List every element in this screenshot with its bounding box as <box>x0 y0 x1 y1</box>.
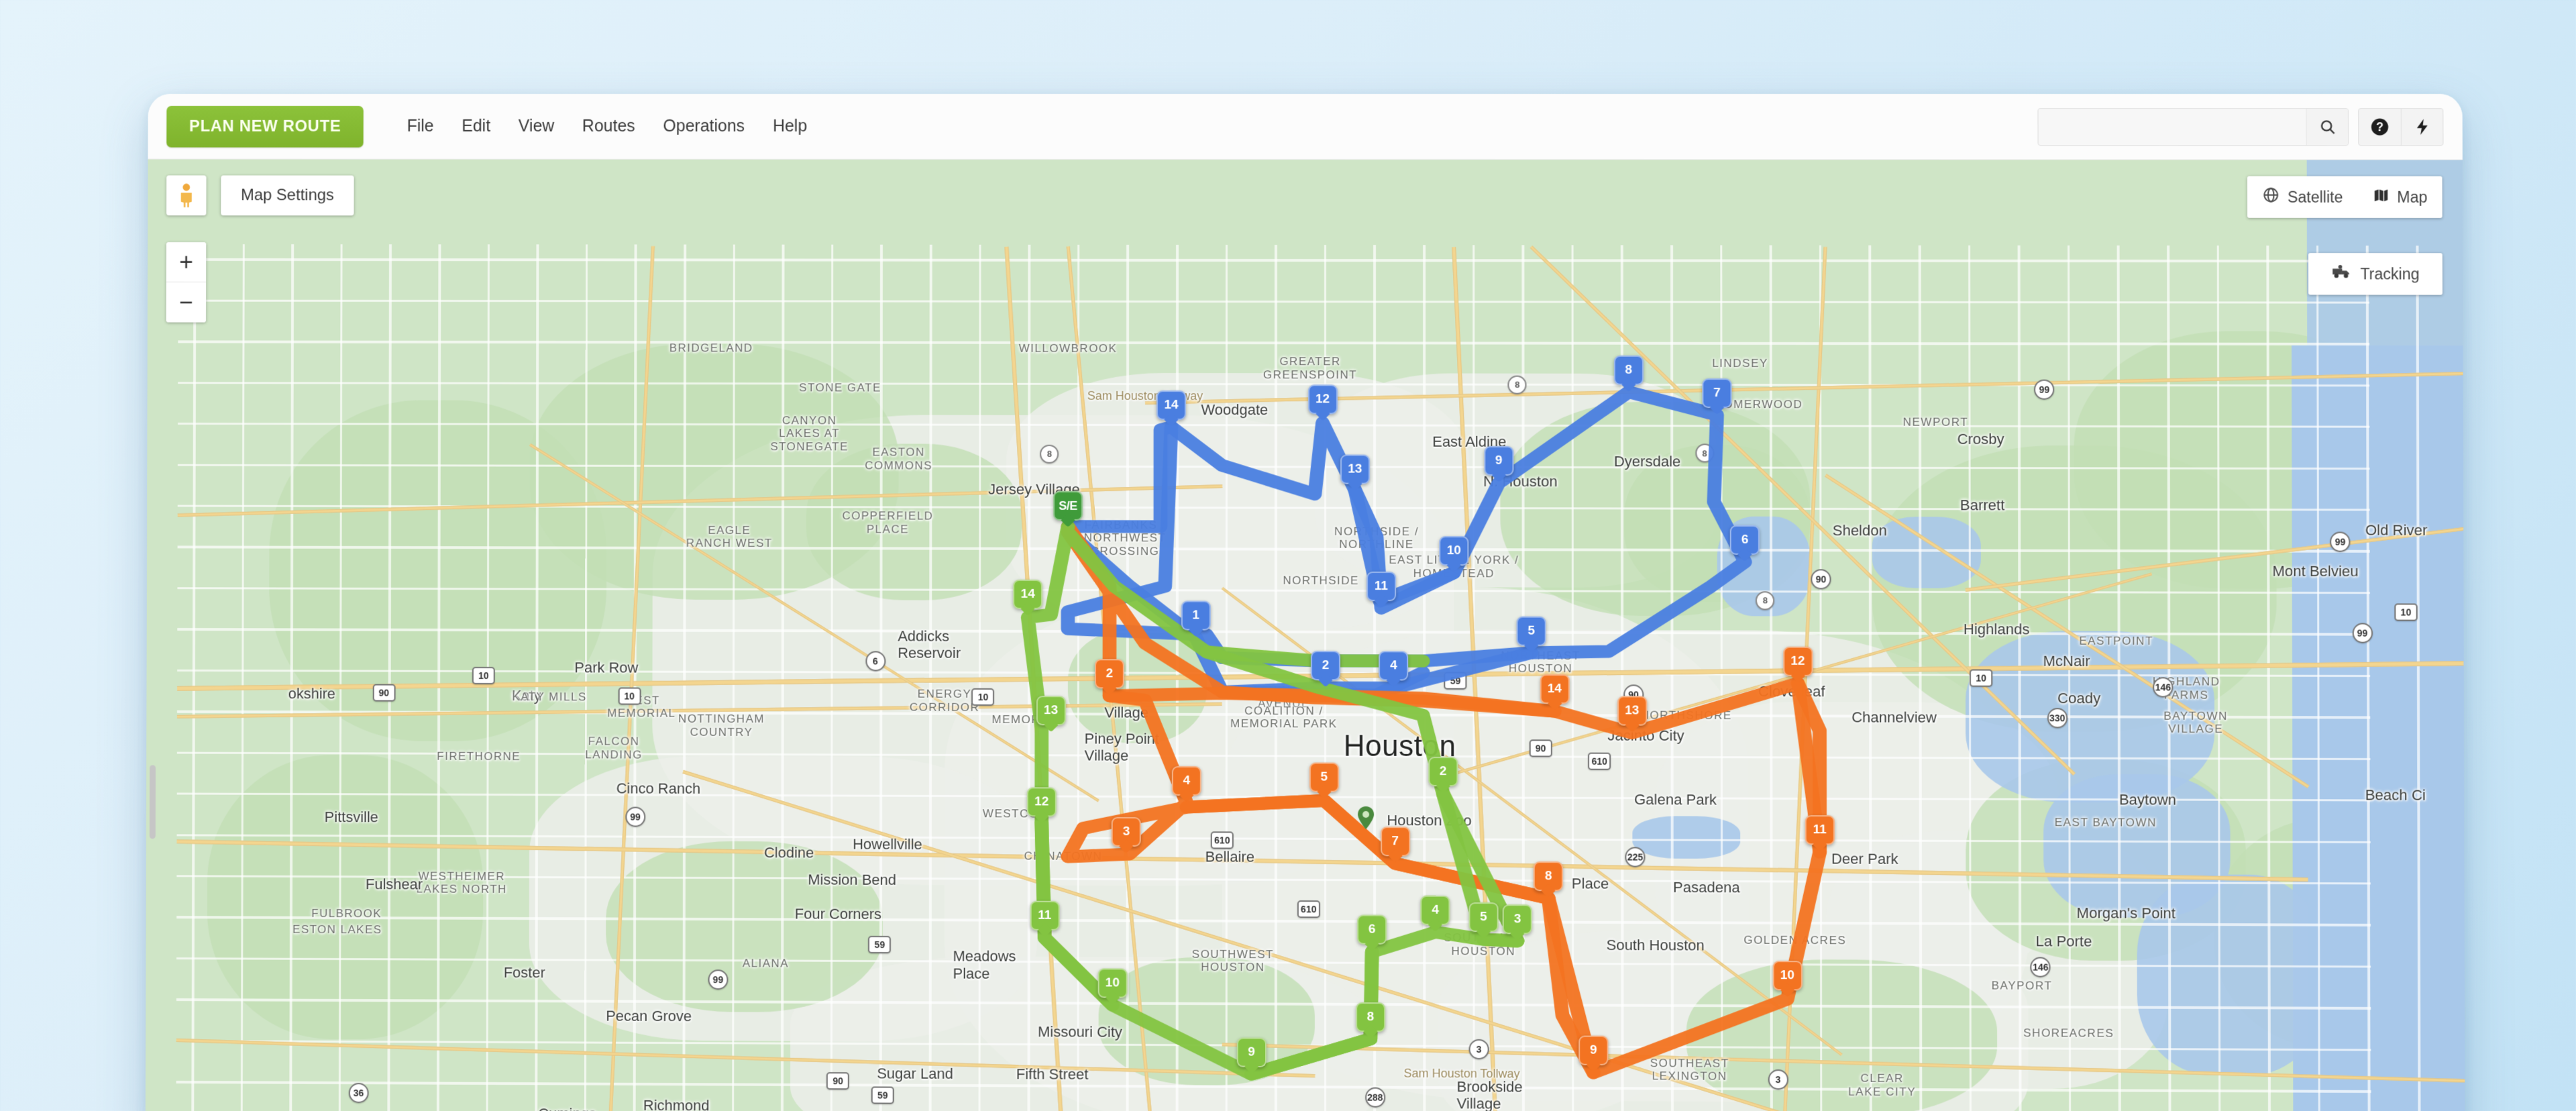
route-stop-marker-green-10[interactable]: 10 <box>1097 968 1128 998</box>
pegman-street-view-icon[interactable] <box>166 175 207 216</box>
route-stop-marker-green-11[interactable]: 11 <box>1030 901 1060 931</box>
route-stop-marker-orange-13[interactable]: 13 <box>1617 696 1647 726</box>
route-stop-marker-blue-6[interactable]: 6 <box>1730 525 1760 555</box>
lightning-bolt-icon[interactable] <box>2400 108 2443 145</box>
route-stop-marker-green-12[interactable]: 12 <box>1026 787 1057 817</box>
route-stop-marker-blue-13[interactable]: 13 <box>1340 454 1370 484</box>
route-stop-marker-blue-1[interactable]: 1 <box>1181 600 1211 631</box>
menu-item-routes[interactable]: Routes <box>570 110 648 143</box>
tracking-label: Tracking <box>2360 264 2420 282</box>
route-stop-marker-blue-4[interactable]: 4 <box>1379 651 1409 681</box>
svg-text:?: ? <box>2376 120 2383 134</box>
menu-item-file[interactable]: File <box>394 110 447 143</box>
satellite-label: Satellite <box>2287 188 2343 206</box>
green-route-path <box>1251 951 1372 1075</box>
search-icon[interactable] <box>2306 108 2349 145</box>
route-stop-marker-orange-3[interactable]: 3 <box>1112 817 1142 847</box>
depot-start-end-marker[interactable]: S/E <box>1053 491 1083 521</box>
route-stop-marker-green-8[interactable]: 8 <box>1355 1002 1385 1033</box>
map-type-control: Satellite Map <box>2247 176 2443 218</box>
map-scrollbar-thumb[interactable] <box>149 765 156 839</box>
route-stop-marker-orange-8[interactable]: 8 <box>1534 861 1564 892</box>
route-stop-marker-green-2[interactable]: 2 <box>1428 757 1458 787</box>
route-stop-marker-green-6[interactable]: 6 <box>1357 914 1387 945</box>
map-view-button[interactable]: Map <box>2358 176 2443 218</box>
toolbar-icon-group: ? <box>2358 107 2444 146</box>
route-stop-marker-orange-10[interactable]: 10 <box>1772 961 1803 991</box>
route-stop-marker-orange-14[interactable]: 14 <box>1540 674 1570 704</box>
map-settings-button[interactable]: Map Settings <box>221 175 354 216</box>
toolbar-right-group: ? <box>2037 107 2444 146</box>
route-stop-marker-green-14[interactable]: 14 <box>1013 579 1043 609</box>
route-stop-marker-green-3[interactable]: 3 <box>1502 904 1533 935</box>
toolbar: PLAN NEW ROUTE File Edit View Routes Ope… <box>148 94 2463 160</box>
satellite-view-button[interactable]: Satellite <box>2247 176 2357 218</box>
route-stop-marker-blue-9[interactable]: 9 <box>1484 446 1514 476</box>
route-stop-marker-orange-11[interactable]: 11 <box>1805 815 1835 845</box>
globe-icon <box>2263 187 2280 208</box>
truck-icon <box>2331 264 2351 284</box>
route-stop-marker-green-13[interactable]: 13 <box>1036 696 1066 726</box>
route-polylines-layer <box>146 160 2465 1111</box>
route-stop-marker-orange-9[interactable]: 9 <box>1578 1035 1609 1066</box>
menu-bar: File Edit View Routes Operations Help <box>394 110 820 143</box>
route-stop-marker-green-4[interactable]: 4 <box>1420 895 1450 925</box>
route-stop-marker-blue-14[interactable]: 14 <box>1157 390 1187 420</box>
route-stop-marker-blue-5[interactable]: 5 <box>1516 616 1546 646</box>
application-window: PLAN NEW ROUTE File Edit View Routes Ope… <box>145 94 2465 1111</box>
menu-item-edit[interactable]: Edit <box>449 110 503 143</box>
plan-new-route-button[interactable]: PLAN NEW ROUTE <box>166 105 364 148</box>
route-stop-marker-orange-2[interactable]: 2 <box>1094 659 1124 689</box>
route-stop-marker-green-5[interactable]: 5 <box>1468 902 1499 933</box>
route-stop-marker-blue-12[interactable]: 12 <box>1307 384 1338 415</box>
map-label: Map <box>2397 188 2428 206</box>
route-stop-marker-blue-8[interactable]: 8 <box>1613 355 1644 385</box>
menu-item-help[interactable]: Help <box>760 110 820 143</box>
route-stop-marker-blue-2[interactable]: 2 <box>1311 651 1341 681</box>
help-icon[interactable]: ? <box>2359 109 2401 145</box>
tracking-button[interactable]: Tracking <box>2308 253 2443 295</box>
map-top-left-controls: Map Settings <box>166 175 354 216</box>
route-stop-marker-green-9[interactable]: 9 <box>1236 1037 1267 1067</box>
route-stop-marker-orange-5[interactable]: 5 <box>1309 762 1339 792</box>
route-stop-marker-blue-7[interactable]: 7 <box>1702 378 1732 408</box>
route-stop-marker-orange-4[interactable]: 4 <box>1171 765 1201 796</box>
houston-zoo-poi-icon <box>1357 806 1375 829</box>
search-box <box>2037 107 2349 146</box>
zoom-in-button[interactable]: + <box>166 242 207 282</box>
route-stop-marker-orange-7[interactable]: 7 <box>1380 827 1410 857</box>
zoom-controls: + − <box>166 242 207 323</box>
route-stop-marker-orange-12[interactable]: 12 <box>1782 646 1813 677</box>
route-stop-marker-blue-11[interactable]: 11 <box>1366 571 1397 601</box>
search-input[interactable] <box>2038 108 2306 145</box>
menu-item-operations[interactable]: Operations <box>651 110 758 143</box>
menu-item-view[interactable]: View <box>506 110 567 143</box>
zoom-out-button[interactable]: − <box>166 282 207 323</box>
map-area[interactable]: BRIDGELAND WILLOWBROOK GREATER GREENSPOINT L… <box>145 159 2465 1111</box>
route-stop-marker-blue-10[interactable]: 10 <box>1439 535 1469 566</box>
folded-map-icon <box>2373 187 2390 207</box>
